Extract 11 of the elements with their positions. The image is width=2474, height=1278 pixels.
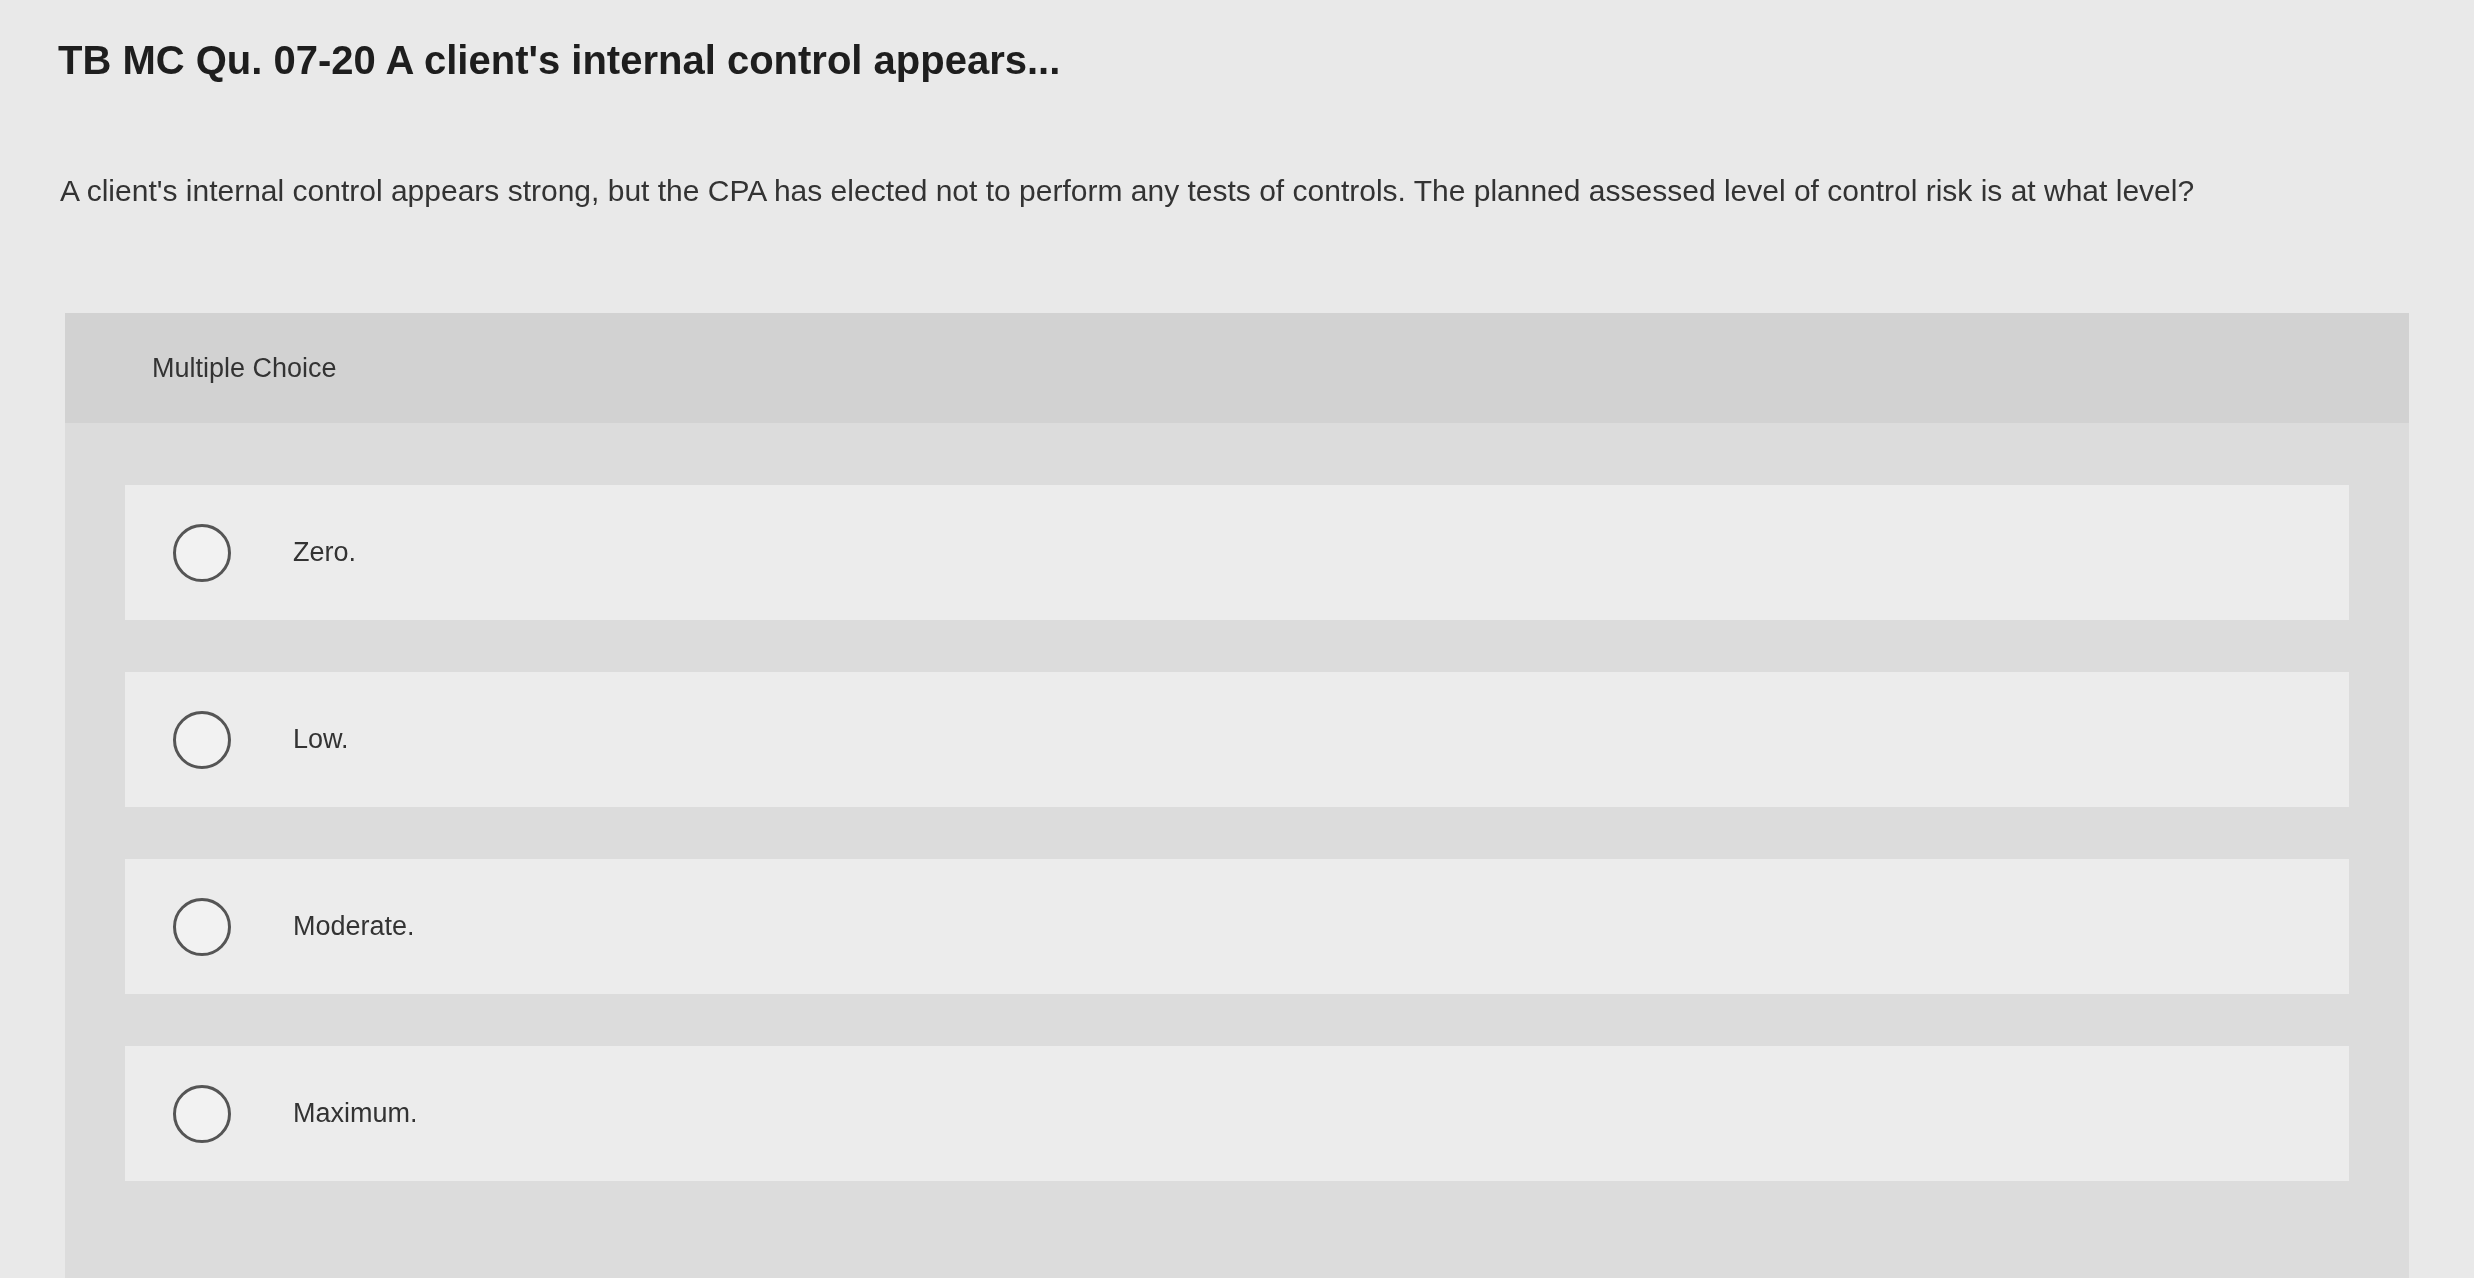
- question-title: TB MC Qu. 07-20 A client's internal control appears...: [58, 37, 1061, 84]
- radio-button[interactable]: [173, 710, 231, 769]
- answer-option[interactable]: Low.: [125, 672, 2349, 807]
- question-text: A client's internal control appears strong, but the CPA has elected not to perform any tests of controls. The planned assessed level of control risk is at what level?: [60, 173, 2195, 209]
- answer-option[interactable]: Moderate.: [125, 859, 2349, 994]
- radio-button[interactable]: [173, 897, 231, 956]
- answer-option[interactable]: Zero.: [125, 485, 2349, 620]
- answer-option[interactable]: Maximum.: [125, 1046, 2349, 1181]
- panel-heading: Multiple Choice: [152, 351, 337, 385]
- radio-button[interactable]: [173, 523, 231, 582]
- radio-button[interactable]: [173, 1084, 231, 1143]
